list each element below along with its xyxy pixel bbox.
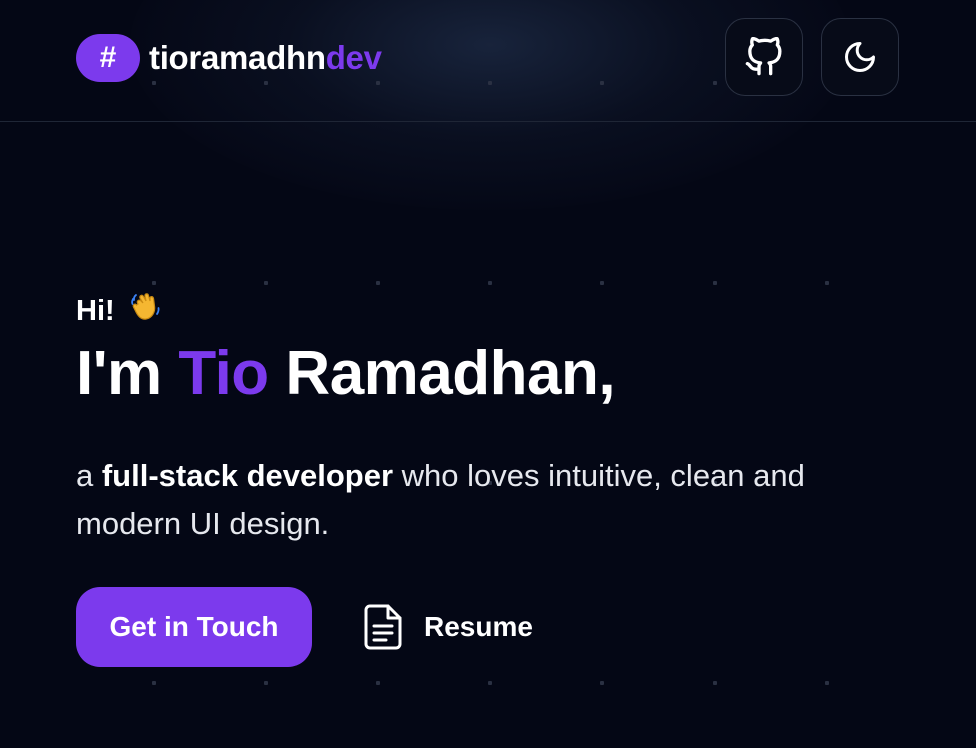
grid-dot [264, 681, 268, 685]
logo-badge: # [76, 34, 140, 82]
grid-dot [264, 281, 268, 285]
github-button[interactable] [725, 18, 803, 96]
grid-dot [825, 681, 829, 685]
grid-dot [600, 681, 604, 685]
grid-dot [600, 281, 604, 285]
resume-label: Resume [424, 611, 533, 642]
grid-dot [713, 681, 717, 685]
grid-dot [152, 281, 156, 285]
hero-headline: I'm Tio Ramadhan, [76, 338, 616, 410]
site-header: # tioramadhndev [0, 0, 976, 122]
tagline-start: a [76, 458, 102, 493]
grid-dot [376, 281, 380, 285]
grid-dot [713, 281, 717, 285]
logo-suffix: dev [325, 39, 382, 76]
headline-suffix: Ramadhan, [268, 339, 616, 408]
greeting: Hi! [76, 290, 163, 332]
grid-dot [488, 281, 492, 285]
grid-dot [152, 681, 156, 685]
github-icon [745, 37, 782, 76]
grid-dot [376, 681, 380, 685]
get-in-touch-button[interactable]: Get in Touch [76, 587, 312, 667]
grid-dot [825, 281, 829, 285]
document-icon [364, 604, 402, 650]
tagline-bold: full-stack developer [101, 458, 394, 493]
grid-dot [488, 681, 492, 685]
page: # tioramadhndev Hi! I'm Tio Ramadhan, a … [0, 0, 976, 748]
logo-name: tioramadhn [149, 39, 326, 76]
waving-hand-icon [129, 290, 163, 332]
hero-tagline: a full-stack developer who loves intuiti… [76, 452, 896, 548]
site-logo-link[interactable]: # tioramadhndev [76, 34, 382, 82]
headline-highlight: Tio [178, 339, 269, 408]
theme-toggle-button[interactable] [821, 18, 899, 96]
greeting-text: Hi! [76, 294, 115, 327]
headline-prefix: I'm [76, 339, 179, 408]
resume-link[interactable]: Resume [364, 600, 533, 654]
moon-icon [845, 42, 875, 72]
logo-text: tioramadhndev [149, 39, 382, 77]
